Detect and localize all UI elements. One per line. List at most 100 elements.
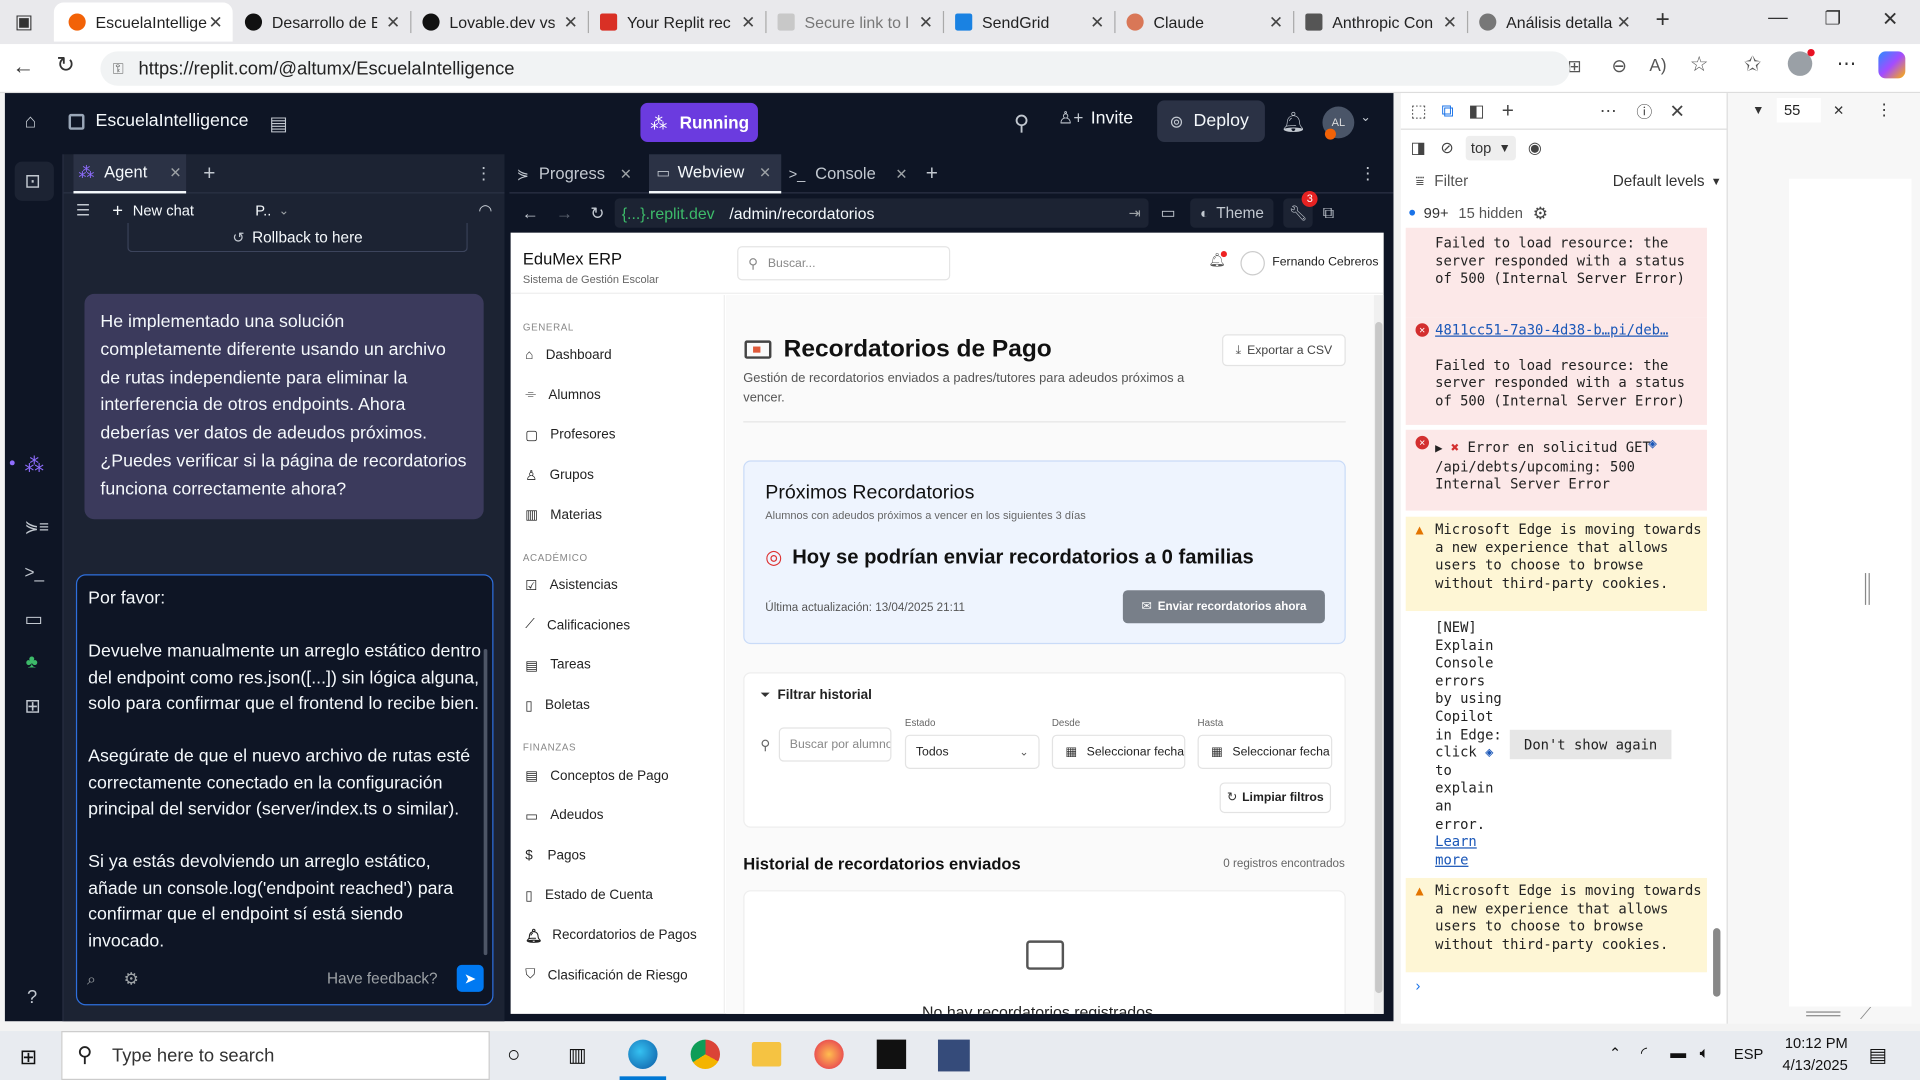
read-aloud-icon[interactable]: A) xyxy=(1649,55,1666,75)
search-input[interactable]: ⚲ Buscar... xyxy=(737,246,951,281)
devtools-toggle[interactable]: 🔧︎ 3 xyxy=(1283,191,1318,228)
sidebar-item-asistencias[interactable]: ☑ Asistencias xyxy=(511,566,724,606)
sidebar-item-alumnos[interactable]: ⌯ Alumnos xyxy=(511,375,724,415)
edge-taskbar-icon[interactable] xyxy=(628,1039,658,1069)
close-tab-icon[interactable]: ✕ xyxy=(1617,12,1631,33)
close-window-icon[interactable]: ✕ xyxy=(1882,7,1898,31)
more-icon[interactable]: ⋮ xyxy=(475,163,492,184)
clock-date[interactable]: 4/13/2025 xyxy=(1772,1057,1847,1074)
close-tab-icon[interactable]: ✕ xyxy=(741,12,755,33)
zoom-input[interactable]: 55 xyxy=(1776,97,1821,123)
levels-dropdown[interactable]: Default levels xyxy=(1613,173,1705,190)
sidebar-item-clasificacion[interactable]: ⛉ Clasificación de Riesgo xyxy=(511,955,724,995)
files-icon[interactable]: ▤ xyxy=(269,111,288,135)
console-scrollbar[interactable] xyxy=(1709,228,1724,1012)
all-tools-icon[interactable]: ⊞ xyxy=(24,694,40,718)
git-icon[interactable]: ♣ xyxy=(26,651,38,672)
help-icon[interactable]: ⓘ xyxy=(1636,99,1652,122)
learn-more-link[interactable]: Learn more xyxy=(1435,834,1477,868)
more-icon[interactable]: ⋮ xyxy=(1359,163,1376,184)
home-icon[interactable]: ⌂ xyxy=(24,111,36,133)
history-list-icon[interactable]: ☰ xyxy=(76,201,90,221)
tab-webview[interactable]: ▭ Webview ✕ xyxy=(648,153,782,193)
resize-corner-icon[interactable]: ⟋ xyxy=(1860,1004,1871,1024)
reload-icon[interactable]: ↻ xyxy=(56,53,74,79)
inspect-icon[interactable]: ⬚ xyxy=(1411,100,1427,121)
close-icon[interactable]: ✕ xyxy=(1833,102,1844,118)
close-icon[interactable]: ✕ xyxy=(895,165,907,182)
favorite-icon[interactable]: ☆ xyxy=(1690,53,1709,77)
chevron-down-icon[interactable]: ▼ xyxy=(1752,103,1764,116)
close-icon[interactable]: ✕ xyxy=(759,163,771,180)
resize-handle[interactable] xyxy=(1864,573,1870,605)
sidebar-item-estado-cuenta[interactable]: ▯ Estado de Cuenta xyxy=(511,876,724,916)
context-select[interactable]: top ▼ xyxy=(1465,135,1516,161)
chat-input[interactable]: Por favor: Devuelve manualmente un arreg… xyxy=(75,574,494,1006)
project-name[interactable]: EscuelaIntelligence xyxy=(96,111,249,131)
hidden-count[interactable]: 15 hidden xyxy=(1458,204,1523,221)
volume-icon[interactable]: 🔈︎ xyxy=(1700,1043,1710,1063)
console-prompt-icon[interactable]: › xyxy=(1416,977,1421,994)
source-link[interactable]: 4811cc51-7a30-4d38-b…pi/deb… xyxy=(1435,322,1668,338)
attach-icon[interactable]: ⌕ xyxy=(87,970,96,990)
close-tab-icon[interactable]: ✕ xyxy=(919,12,933,33)
user-avatar[interactable] xyxy=(1240,251,1265,276)
notification-center-icon[interactable]: ▤ xyxy=(1869,1043,1888,1067)
notifications-icon[interactable]: 🔔︎ xyxy=(1281,110,1306,134)
tab-actions-icon[interactable]: ▣ xyxy=(15,10,34,34)
chevron-down-icon[interactable]: ⌄ xyxy=(1360,111,1370,124)
copilot-icon[interactable] xyxy=(1878,51,1906,79)
sidebar-item-recordatorios[interactable]: 🔔︎ Recordatorios de Pagos xyxy=(511,916,724,956)
eye-icon[interactable]: ◉ xyxy=(1528,138,1542,158)
deploy-button[interactable]: ⊚ Deploy xyxy=(1157,100,1265,143)
remote-app-icon[interactable] xyxy=(937,1039,970,1072)
clear-filters-button[interactable]: ↻ Limpiar filtros xyxy=(1219,782,1332,814)
scrollbar-thumb[interactable] xyxy=(1713,928,1721,997)
close-tab-icon[interactable]: ✕ xyxy=(1090,12,1104,33)
student-search-input[interactable]: Buscar por alumno xyxy=(778,727,892,762)
invite-button[interactable]: ♙+ Invite xyxy=(1058,108,1133,129)
task-view-icon[interactable]: ▥ xyxy=(568,1043,587,1067)
chrome-taskbar-icon[interactable] xyxy=(690,1039,721,1069)
webview-icon[interactable]: ▭ xyxy=(24,607,43,631)
settings-icon[interactable]: ⚙ xyxy=(124,969,139,990)
dont-show-again-button[interactable]: Don't show again xyxy=(1509,729,1672,760)
browser-tab[interactable]: Lovable.dev vs ✕ xyxy=(413,2,588,41)
close-tab-icon[interactable]: ✕ xyxy=(386,12,400,33)
page-scrollbar[interactable] xyxy=(1373,295,1384,1014)
file-explorer-icon[interactable] xyxy=(751,1042,782,1067)
close-tab-icon[interactable]: ✕ xyxy=(1443,12,1457,33)
theme-button[interactable]: ◐ Theme xyxy=(1190,198,1274,228)
sidebar-item-tareas[interactable]: ▤ Tareas xyxy=(511,646,724,686)
gear-icon[interactable]: ⚙ xyxy=(1533,203,1548,224)
restore-icon[interactable]: ❐ xyxy=(1825,7,1841,30)
clock-time[interactable]: 10:12 PM xyxy=(1782,1035,1848,1052)
sidebar-item-conceptos[interactable]: ▤ Conceptos de Pago xyxy=(511,756,724,796)
message-count[interactable]: 99+ xyxy=(1424,204,1449,221)
more-icon[interactable]: ⋯ xyxy=(1600,100,1617,121)
add-tab-icon[interactable]: + xyxy=(203,161,215,185)
sidebar-item-materias[interactable]: ▥ Materias xyxy=(511,495,724,535)
browser-tab[interactable]: SendGrid ✕ xyxy=(945,2,1114,41)
browser-tab[interactable]: Desarrollo de E ✕ xyxy=(235,2,410,41)
add-panel-icon[interactable]: + xyxy=(1502,99,1514,123)
scrollbar-thumb[interactable] xyxy=(1375,322,1383,994)
add-tab-icon[interactable]: + xyxy=(926,161,938,185)
new-chat-button[interactable]: + New chat xyxy=(112,200,194,221)
close-tab-icon[interactable]: ✕ xyxy=(564,12,578,33)
firefox-taskbar-icon[interactable] xyxy=(814,1039,844,1069)
sidebar-item-dashboard[interactable]: ⌂ Dashboard xyxy=(511,336,724,376)
feedback-link[interactable]: Have feedback? xyxy=(327,970,438,987)
sidebar-item-boletas[interactable]: ▯ Boletas xyxy=(511,685,724,725)
send-reminders-button[interactable]: ✉ Enviar recordatorios ahora xyxy=(1122,590,1325,624)
usage-gauge-icon[interactable]: ◠ xyxy=(478,201,492,221)
open-new-window-icon[interactable]: ⧉ xyxy=(1323,203,1334,223)
more-icon[interactable]: ⋮ xyxy=(1876,100,1892,120)
run-status-button[interactable]: ⁂ Running xyxy=(640,102,758,143)
close-tab-icon[interactable]: ✕ xyxy=(208,12,222,33)
site-info-icon[interactable]: ⚿ xyxy=(113,59,124,77)
minimize-icon[interactable]: — xyxy=(1768,7,1788,29)
tab-progress[interactable]: ⋟ Progress ✕ xyxy=(517,154,649,193)
cortana-icon[interactable]: ○ xyxy=(507,1042,520,1068)
help-icon[interactable]: ? xyxy=(27,987,37,1008)
